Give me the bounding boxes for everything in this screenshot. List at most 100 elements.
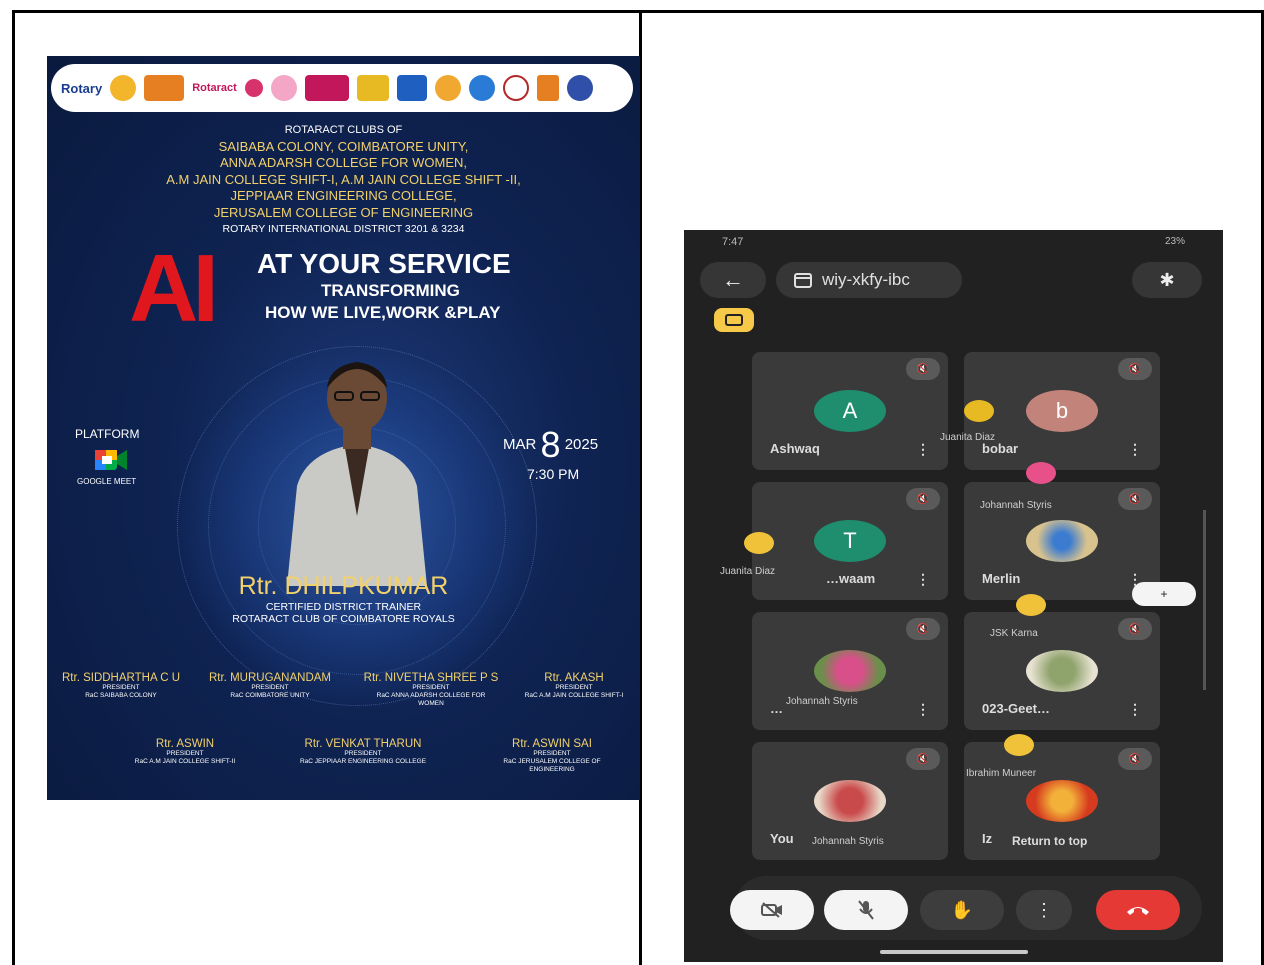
date-year: 2025 [564, 435, 599, 453]
jk-logo-icon [536, 75, 559, 101]
reaction-emoji-icon [1004, 734, 1034, 756]
more-options-icon[interactable]: ⋮ [916, 441, 930, 458]
clubs-line: SAIBABA COLONY, COIMBATORE UNITY, [218, 138, 469, 154]
president-name: Rtr. SIDDHARTHA C U [62, 672, 180, 684]
audio-output-button[interactable]: ✱ [1132, 262, 1202, 298]
participant-scrollbar[interactable] [1203, 510, 1206, 690]
president-club: RaC ANNA ADARSH COLLEGE FOR WOMEN [376, 692, 486, 707]
raise-hand-button[interactable]: ✋ [920, 890, 1004, 930]
speaker-club: ROTARACT CLUB OF COIMBATORE ROYALS [232, 613, 455, 625]
reaction-sender-name: Juanita Diaz [940, 432, 996, 443]
president-title: PRESIDENT [533, 750, 571, 757]
unity-logo-icon [396, 75, 427, 101]
camera-toggle-button[interactable] [730, 890, 814, 930]
gesture-home-bar[interactable] [880, 950, 1028, 954]
college-emblem-icon [468, 75, 495, 101]
captions-icon [725, 314, 743, 326]
president-club: RaC JERUSALEM COLLEGE OF ENGINEERING [503, 758, 601, 773]
captions-badge[interactable] [714, 308, 754, 332]
more-options-icon[interactable]: ⋮ [1128, 701, 1142, 718]
reaction-sender-name: Ibrahim Muneer [966, 768, 1037, 779]
president-title: PRESIDENT [102, 684, 140, 691]
ott-logo-icon [304, 75, 349, 101]
participant-photo [814, 650, 886, 692]
president-club: RaC JEPPIAAR ENGINEERING COLLEGE [299, 758, 427, 765]
participant-tile[interactable]: 🔇 … ⋮ [752, 612, 948, 730]
participant-name: …waam [826, 571, 876, 586]
zoom-control-button[interactable]: + [1132, 582, 1196, 606]
participant-photo [1026, 650, 1098, 692]
president-title: PRESIDENT [412, 684, 450, 691]
crown-logo-icon [356, 75, 389, 101]
president-name: Rtr. ASWIN SAI [512, 738, 592, 750]
clubs-heading: ROTARACT CLUBS OF [284, 124, 403, 136]
participant-tile[interactable]: 🔇 T …waam ⋮ [752, 482, 948, 600]
president-club: RaC A.M JAIN COLLEGE SHIFT-I [524, 692, 624, 699]
subtitle-how-we-live: HOW WE LIVE,WORK &PLAY [265, 303, 501, 322]
back-button[interactable]: ← [700, 262, 766, 298]
hang-up-icon [1127, 907, 1149, 915]
president-club: RaC COIMBATORE UNITY [230, 692, 310, 699]
rotaract-logo: Rotaract [192, 82, 237, 94]
president-name: Rtr. NIVETHA SHREE P S [363, 672, 499, 684]
end-call-button[interactable] [1096, 890, 1180, 930]
date-day: 8 [540, 424, 561, 465]
organizing-clubs: ROTARACT CLUBS OF SAIBABA COLONY, COIMBA… [47, 122, 640, 238]
mic-off-icon: 🔇 [1118, 358, 1152, 380]
president-title: PRESIDENT [251, 684, 289, 691]
clubs-line: JEPPIAAR ENGINEERING COLLEGE, [230, 188, 457, 203]
more-options-button[interactable]: ⋮ [1016, 890, 1072, 930]
calendar-icon [794, 273, 812, 288]
google-meet-icon [95, 450, 127, 470]
shield-logo-icon [566, 75, 593, 101]
platform-name: GOOGLE MEET [77, 477, 137, 486]
speaker-name: Rtr. DHILPKUMAR [238, 572, 449, 600]
platform-label: PLATFORM [75, 427, 140, 441]
president-card: Rtr. SIDDHARTHA C U PRESIDENT RaC SAIBAB… [51, 672, 191, 700]
more-options-icon[interactable]: ⋮ [916, 571, 930, 588]
participant-avatar: b [1026, 390, 1098, 432]
more-options-icon[interactable]: ⋮ [1128, 441, 1142, 458]
more-vertical-icon: ⋮ [1035, 899, 1053, 920]
mic-toggle-button[interactable] [824, 890, 908, 930]
event-poster: Rotary Rotaract ROTARACT CLUBS OF SAIBAB… [47, 56, 640, 800]
president-name: Rtr. MURUGANANDAM [208, 672, 332, 684]
event-date: MAR 8 2025 [503, 424, 598, 466]
clubs-line: ANNA ADARSH COLLEGE FOR WOMEN, [219, 155, 468, 170]
mic-off-icon: 🔇 [906, 748, 940, 770]
hand-icon: ✋ [950, 899, 974, 920]
president-name: Rtr. ASWIN [155, 738, 215, 750]
return-to-top-link[interactable]: Return to top [1012, 834, 1087, 848]
president-title: PRESIDENT [555, 684, 593, 691]
mic-off-icon: 🔇 [906, 358, 940, 380]
speaker-photo [287, 362, 427, 586]
president-card: Rtr. NIVETHA SHREE P S PRESIDENT RaC ANN… [355, 672, 507, 708]
college-seal-icon [434, 75, 461, 101]
reaction-sender-name: Juanita Diaz [720, 566, 776, 577]
participant-avatar: T [814, 520, 886, 562]
reaction-sender-name: Johannah Styris [786, 696, 858, 707]
meeting-code-chip[interactable]: wiy-xkfy-ibc [776, 262, 962, 298]
participant-name: bobar [982, 441, 1019, 456]
participant-tile[interactable]: 🔇 A Ashwaq ⋮ [752, 352, 948, 470]
participant-photo [1026, 780, 1098, 822]
bluetooth-icon: ✱ [1159, 269, 1175, 290]
club-seal-icon [270, 75, 297, 101]
subtitle-transforming: TRANSFORMING [321, 281, 460, 300]
camera-off-icon [761, 902, 782, 918]
clubs-line: JERUSALEM COLLEGE OF ENGINEERING [213, 204, 474, 220]
participant-name: … [770, 701, 783, 716]
participant-photo [814, 780, 886, 822]
participant-photo [1026, 520, 1098, 562]
president-title: PRESIDENT [344, 750, 382, 757]
president-name: Rtr. AKASH [544, 672, 604, 684]
at-your-service-title: AT YOUR SERVICE [257, 248, 511, 279]
reaction-sender-name: Johannah Styris [812, 836, 884, 847]
participant-name: Ashwaq [770, 441, 820, 456]
rotary-wheel-icon [110, 75, 137, 101]
mic-off-icon: 🔇 [1118, 488, 1152, 510]
mic-off-icon: 🔇 [906, 618, 940, 640]
status-battery: 23% [1164, 236, 1185, 247]
president-club: RaC A.M JAIN COLLEGE SHIFT-II [134, 758, 236, 765]
more-options-icon[interactable]: ⋮ [916, 701, 930, 718]
